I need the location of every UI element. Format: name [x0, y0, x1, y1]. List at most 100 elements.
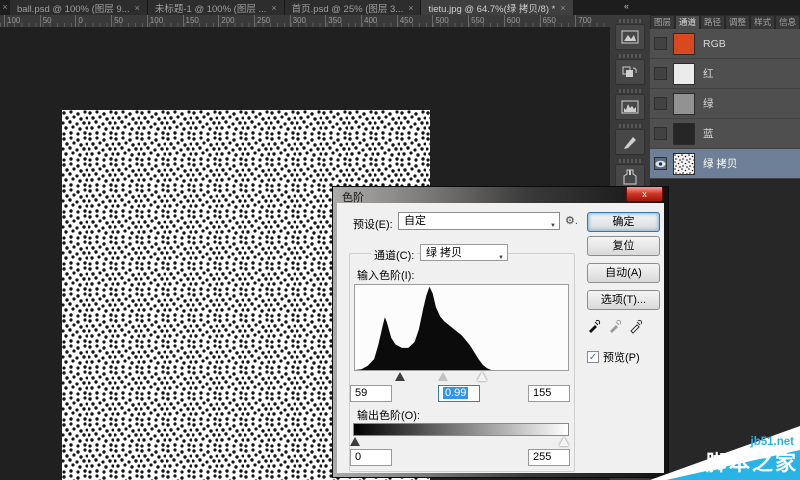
ruler-label: 100	[147, 15, 163, 28]
panel-grip[interactable]	[619, 54, 641, 58]
ruler-label: 350	[325, 15, 341, 28]
channel-row-green-copy[interactable]: 绿 拷贝	[650, 149, 800, 179]
preset-dropdown[interactable]: 自定 ▼	[398, 212, 560, 230]
gray-point-eyedropper-icon[interactable]	[607, 318, 623, 334]
white-point-eyedropper-icon[interactable]	[628, 318, 644, 334]
ruler-label: 600	[504, 15, 520, 28]
tab-close-icon[interactable]: ×	[0, 0, 10, 15]
panel-grip[interactable]	[619, 19, 641, 23]
ruler-label: 0	[75, 15, 82, 28]
ruler-label: 550	[468, 15, 484, 28]
output-white-slider[interactable]	[559, 437, 569, 446]
histogram-panel-icon[interactable]	[615, 94, 645, 120]
white-point-slider[interactable]	[477, 372, 487, 381]
channel-thumbnail	[673, 123, 695, 145]
visibility-toggle-icon[interactable]	[654, 127, 667, 140]
black-point-eyedropper-icon[interactable]	[586, 318, 602, 334]
channel-row-rgb[interactable]: RGB	[650, 29, 800, 59]
output-black-slider[interactable]	[350, 437, 360, 446]
output-black-field[interactable]: 0	[350, 449, 392, 466]
doc-tab-homepage[interactable]: 首页.psd @ 25% (图层 3... ×	[285, 0, 422, 15]
tab-adjustments[interactable]: 调整	[726, 16, 749, 29]
gamma-slider[interactable]	[438, 372, 448, 381]
preview-label: 预览(P)	[603, 349, 640, 365]
preset-options-gear-icon[interactable]: ⚙.	[565, 214, 578, 227]
histogram	[354, 284, 569, 371]
black-point-slider[interactable]	[395, 372, 405, 381]
ruler-label: 150	[183, 15, 199, 28]
channel-thumbnail	[673, 93, 695, 115]
ruler-label: 400	[361, 15, 377, 28]
panel-tab-bar: 图层 通道 路径 调整 样式 信息	[650, 15, 800, 29]
dialog-body: 预设(E): 自定 ▼ ⚙. 确定 复位 自动(A) 选项(T)...	[337, 203, 664, 473]
doc-tab-label: ball.psd @ 100% (图层 9...	[17, 1, 130, 15]
channel-row-green[interactable]: 绿	[650, 89, 800, 119]
input-white-field[interactable]: 155	[528, 385, 570, 402]
tab-layers[interactable]: 图层	[651, 16, 674, 29]
ruler-label: 250	[254, 15, 270, 28]
channel-label: 红	[703, 66, 714, 81]
tab-styles[interactable]: 样式	[751, 16, 774, 29]
channel-row-blue[interactable]: 蓝	[650, 119, 800, 149]
tab-paths[interactable]: 路径	[701, 16, 724, 29]
watermark-site-name: 脚本之家	[706, 447, 798, 477]
input-levels-label: 输入色阶(I):	[357, 267, 414, 283]
chevron-down-icon: ▼	[498, 250, 504, 266]
auto-button[interactable]: 自动(A)	[587, 263, 660, 283]
input-gamma-field[interactable]: 0.99	[438, 385, 480, 402]
ruler: 1005005010015020025030035040045050055060…	[0, 15, 612, 28]
preview-checkbox[interactable]: ✓ 预览(P)	[587, 349, 640, 365]
channel-label: RGB	[703, 38, 726, 50]
input-slider-track	[354, 371, 569, 383]
options-button[interactable]: 选项(T)...	[587, 290, 660, 310]
tab-close-icon[interactable]: ×	[560, 3, 565, 13]
tab-close-icon[interactable]: ×	[408, 3, 413, 13]
notes-panel-icon[interactable]	[615, 129, 645, 155]
dialog-title-bar[interactable]: 色阶 x	[333, 187, 668, 203]
doc-tab-label: tietu.jpg @ 64.7%(绿 拷贝/8) *	[428, 1, 555, 15]
channel-dropdown[interactable]: 绿 拷贝 ▼	[420, 244, 508, 261]
channel-thumbnail	[673, 153, 695, 175]
tab-close-icon[interactable]: ×	[271, 3, 276, 13]
visibility-toggle-icon[interactable]	[654, 97, 667, 110]
channel-label: 蓝	[703, 126, 714, 141]
channel-thumbnail	[673, 33, 695, 55]
visibility-toggle-icon[interactable]	[654, 37, 667, 50]
input-black-field[interactable]: 59	[350, 385, 392, 402]
channel-row-red[interactable]: 红	[650, 59, 800, 89]
tab-info[interactable]: 信息	[776, 16, 799, 29]
tab-channels[interactable]: 通道	[676, 16, 699, 29]
document-tab-bar: × ball.psd @ 100% (图层 9... × 未标题-1 @ 100…	[0, 0, 800, 15]
tab-close-icon[interactable]: ×	[135, 3, 140, 13]
site-watermark: jb51.net 脚本之家	[650, 420, 800, 480]
ruler-label: 50	[40, 15, 52, 28]
panel-grip[interactable]	[619, 124, 641, 128]
doc-tab-ball[interactable]: ball.psd @ 100% (图层 9... ×	[10, 0, 148, 15]
panel-grip[interactable]	[619, 89, 641, 93]
channel-select-label: 通道(C):	[371, 247, 417, 263]
navigator-panel-icon[interactable]	[615, 24, 645, 50]
ruler-label: 100	[4, 15, 20, 28]
doc-tab-tietu[interactable]: tietu.jpg @ 64.7%(绿 拷贝/8) * ×	[421, 0, 573, 15]
visibility-toggle-icon[interactable]	[654, 67, 667, 80]
close-icon[interactable]: x	[626, 187, 663, 202]
output-white-field[interactable]: 255	[528, 449, 570, 466]
ruler-label: 300	[290, 15, 306, 28]
eye-icon[interactable]	[654, 157, 667, 170]
panel-grip[interactable]	[619, 159, 641, 163]
checkbox-check-icon[interactable]: ✓	[587, 351, 599, 363]
reset-button[interactable]: 复位	[587, 236, 660, 256]
ruler-label: 50	[111, 15, 123, 28]
clone-source-panel-icon[interactable]	[615, 59, 645, 85]
collapse-panels-icon[interactable]: «	[624, 1, 628, 11]
preset-label: 预设(E):	[353, 216, 393, 232]
levels-dialog: 色阶 x 预设(E): 自定 ▼ ⚙. 确定 复位 自动(A) 选项(T)...	[332, 186, 669, 478]
channels-panel: 图层 通道 路径 调整 样式 信息 RGB 红 绿	[650, 15, 800, 480]
doc-tab-label: 未标题-1 @ 100% (图层 ...	[155, 1, 267, 15]
ok-button[interactable]: 确定	[587, 212, 660, 232]
doc-tab-untitled[interactable]: 未标题-1 @ 100% (图层 ... ×	[148, 0, 285, 15]
output-gradient-bar	[353, 423, 569, 436]
channel-label: 绿	[703, 96, 714, 111]
ruler-label: 200	[218, 15, 234, 28]
channel-list: RGB 红 绿 蓝	[650, 29, 800, 179]
